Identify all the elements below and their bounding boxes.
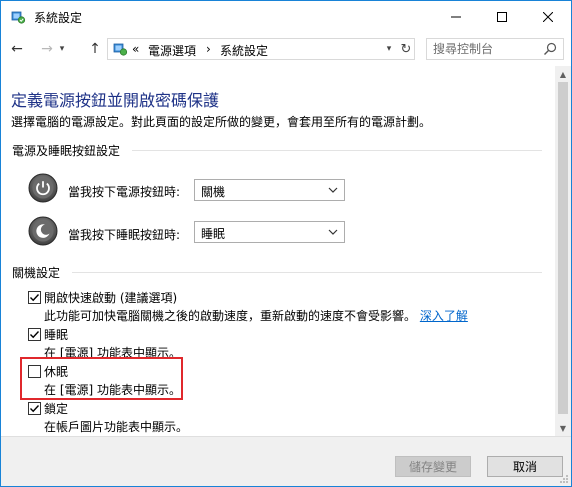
forward-button[interactable]: →: [37, 39, 57, 59]
chevron-down-icon: [328, 229, 338, 235]
title-bar[interactable]: 系統設定: [1, 1, 571, 32]
navigation-bar: ← → ▾ ↑ « 電源選項 › 系統設定 ▾ ↻: [1, 33, 571, 65]
maximize-icon: [497, 11, 507, 22]
cancel-button[interactable]: 取消: [487, 456, 563, 477]
fast-startup-description-text: 此功能可加快電腦關機之後的啟動速度，重新啟動的速度不會受影響。: [44, 309, 417, 323]
chevron-down-icon: ▾: [59, 44, 65, 54]
hibernate-checkbox[interactable]: [28, 365, 41, 378]
back-button[interactable]: ←: [7, 39, 27, 59]
sleep-button-label: 當我按下睡眠按鈕時:: [68, 228, 181, 242]
lock-option-label[interactable]: 鎖定: [44, 400, 68, 417]
power-button-action-value: 關機: [201, 185, 226, 199]
shutdown-settings-group-label: 關機設定: [12, 266, 61, 280]
breadcrumb-power-options[interactable]: 電源選項: [148, 42, 196, 59]
search-input[interactable]: [433, 41, 538, 57]
resize-grip-icon[interactable]: [559, 474, 569, 484]
window-title: 系統設定: [34, 11, 83, 25]
control-panel-icon: [113, 43, 128, 56]
power-button-action-select[interactable]: 關機: [194, 179, 345, 201]
scroll-up-button[interactable]: ▲: [555, 66, 571, 82]
forward-arrow-icon: →: [41, 41, 53, 57]
scroll-thumb[interactable]: [558, 82, 568, 414]
back-arrow-icon: ←: [11, 41, 23, 57]
hibernate-option-label[interactable]: 休眠: [44, 363, 68, 380]
address-bar[interactable]: « 電源選項 › 系統設定 ▾ ↻: [107, 38, 415, 60]
learn-more-link[interactable]: 深入了解: [420, 309, 468, 323]
sleep-option-label[interactable]: 睡眠: [44, 326, 68, 343]
recent-locations-dropdown[interactable]: ▾: [55, 39, 69, 59]
content-area: 定義電源按鈕並開啟密碼保護 選擇電腦的電源設定。對此頁面的設定所做的變更，會套用…: [1, 66, 555, 436]
sleep-button-action-select[interactable]: 睡眠: [194, 221, 345, 243]
fast-startup-description: 此功能可加快電腦關機之後的啟動速度，重新啟動的速度不會受影響。 深入了解: [44, 307, 468, 324]
sleep-checkbox[interactable]: [28, 328, 41, 341]
power-buttons-group-label: 電源及睡眠按鈕設定: [12, 144, 121, 158]
chevron-down-icon: ▾: [386, 44, 392, 54]
power-button-label: 當我按下電源按鈕時:: [68, 185, 181, 199]
save-changes-button[interactable]: 儲存變更: [395, 456, 471, 477]
scroll-down-button[interactable]: ▼: [555, 420, 571, 436]
search-icon: [544, 42, 557, 55]
page-title: 定義電源按鈕並開啟密碼保護: [11, 91, 220, 110]
refresh-button[interactable]: ↻: [398, 40, 414, 58]
sleep-button-action-value: 睡眠: [201, 227, 226, 241]
chevron-down-icon: [328, 187, 338, 193]
breadcrumb-overflow[interactable]: «: [132, 42, 139, 56]
address-dropdown[interactable]: ▾: [382, 40, 396, 58]
footer-bar: 儲存變更 取消: [1, 436, 571, 486]
fast-startup-label[interactable]: 開啟快速啟動 (建議選項): [44, 289, 177, 306]
group-divider: [72, 272, 542, 273]
group-divider: [132, 150, 542, 151]
up-button[interactable]: ↑: [85, 39, 105, 59]
checkmark-icon: [30, 405, 40, 413]
search-box[interactable]: [426, 38, 564, 60]
checkmark-icon: [30, 294, 40, 302]
vertical-scrollbar[interactable]: ▲ ▼: [555, 66, 571, 436]
minimize-icon: [451, 16, 461, 17]
control-panel-icon: [11, 11, 26, 24]
fast-startup-checkbox[interactable]: [28, 291, 41, 304]
page-description: 選擇電腦的電源設定。對此頁面的設定所做的變更，會套用至所有的電源計劃。: [11, 115, 432, 129]
breadcrumb-system-settings[interactable]: 系統設定: [220, 42, 268, 59]
chevron-down-icon: ▼: [559, 423, 567, 433]
system-settings-window: 系統設定 ← → ▾ ↑ « 電源選項 › 系統設定 ▾ ↻ 搜尋控制台 定義電…: [0, 0, 572, 487]
power-button-icon: [28, 173, 58, 203]
chevron-up-icon: ▲: [559, 69, 567, 79]
maximize-button[interactable]: [479, 1, 525, 32]
up-arrow-icon: ↑: [89, 41, 101, 57]
checkmark-icon: [30, 331, 40, 339]
close-button[interactable]: [525, 1, 571, 32]
sleep-button-icon: [28, 216, 58, 246]
breadcrumb-separator[interactable]: ›: [206, 42, 211, 56]
refresh-icon: ↻: [400, 41, 412, 57]
minimize-button[interactable]: [433, 1, 479, 32]
lock-checkbox[interactable]: [28, 402, 41, 415]
close-icon: [543, 11, 553, 22]
hibernate-option-description: 在 [電源] 功能表中顯示。: [44, 383, 181, 397]
lock-option-description: 在帳戶圖片功能表中顯示。: [44, 420, 189, 434]
